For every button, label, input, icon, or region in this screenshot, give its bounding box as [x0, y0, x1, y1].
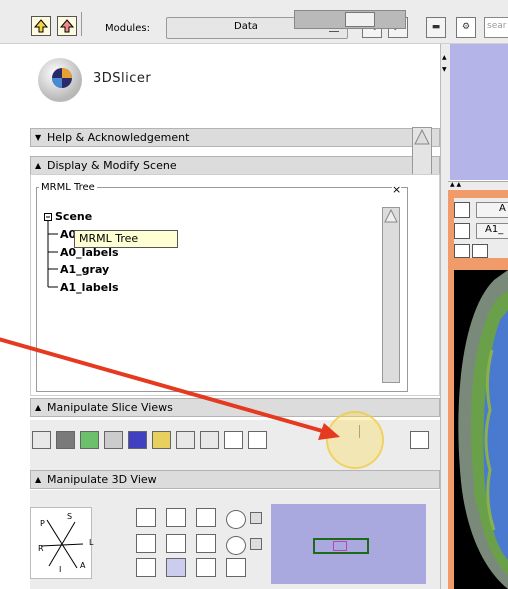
annotation-arrow	[0, 337, 340, 440]
